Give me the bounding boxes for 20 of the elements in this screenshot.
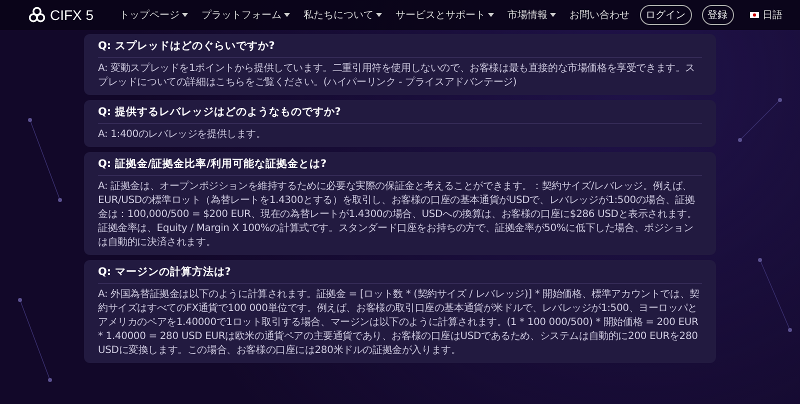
nav-link[interactable]: プラットフォーム (202, 8, 290, 22)
flag-icon (750, 12, 759, 18)
faq-question: Q: 証拠金/証拠金比率/利用可能な証拠金とは? (98, 152, 702, 176)
language-selector[interactable]: 日語 (750, 8, 783, 22)
logo-icon (28, 6, 46, 24)
faq-answer: A: 外国為替証拠金は以下のように計算されます。証拠金 = [ロット数 * (契約サイズ / レバレッジ)] * 開始価格、標準アカウントでは、契約サイズはすべてのFX通貨で100 000単位です。例えば、お客様の取引口座の基本通貨が米ドルで、レバレッジが1:500、ヨーロッパとアメリカのペアを1.40000で1ロット取引する場合、マージンは以下のように計算されます。(1 * 100 000/500) * 開始価格 = 200 EUR * 1.40000 = 280 USD EURは欧米の通貨ペアの主要通貨であり、お客様の口座はUSDであるため、システムは自動的に200 EURを280 USDに変換します。この場合、お客様の口座には280米ドルの証拠金が入ります。 (98, 288, 700, 358)
faq-question: Q: スプレッドはどのぐらいですか? (98, 34, 702, 58)
register-button[interactable]: 登録 (702, 5, 734, 25)
nav-link[interactable]: 市場情報 (508, 8, 556, 22)
nav-link[interactable]: サービスとサポート (396, 8, 494, 22)
faq-answer: A: 1:400のレバレッジを提供します。 (98, 128, 267, 142)
faq-question: Q: 提供するレバレッジはどのようなものですか? (98, 100, 702, 124)
faq-answer: A: 証拠金は、オープンポジションを維持するために必要な実際の保証金と考えることができます。：契約サイズ/レバレッジ。例えば、EUR/USDの標準ロット（為替レートを1.4300とする）を取引し、お客様の口座の基本通貨がUSDで、レバレッジが1:500の場合、証拠金は：100,000/500 = $200 EUR、現在の為替レートが1.4300の場合、USDへの換算は、お客様の口座に$286 USDと表示されます。証拠金率は、Equity / Margin X 100%の計算式です。スタンダード口座をお持ちの方で、証拠金率が50%に低下した場合、ポジションは自動的に決済されます。 (98, 180, 698, 250)
nav-link[interactable]: 私たちについて (304, 8, 382, 22)
faq-question: Q: マージンの計算方法は? (98, 260, 702, 284)
nav-link[interactable]: トップページ (120, 8, 188, 22)
faq-answer: A: 変動スプレッドを1ポイントから提供しています。二重引用符を使用しないので、お客様は最も直接的な市場価格を享受できます。スプレッドについての詳細はこちらをご覧ください。(ハイパーリンク - プライスアドバンテージ) (98, 62, 696, 90)
nav-link[interactable]: お問い合わせ (570, 8, 630, 22)
login-button[interactable]: ログイン (640, 5, 692, 25)
logo-text: CIFX 5 (50, 7, 94, 23)
